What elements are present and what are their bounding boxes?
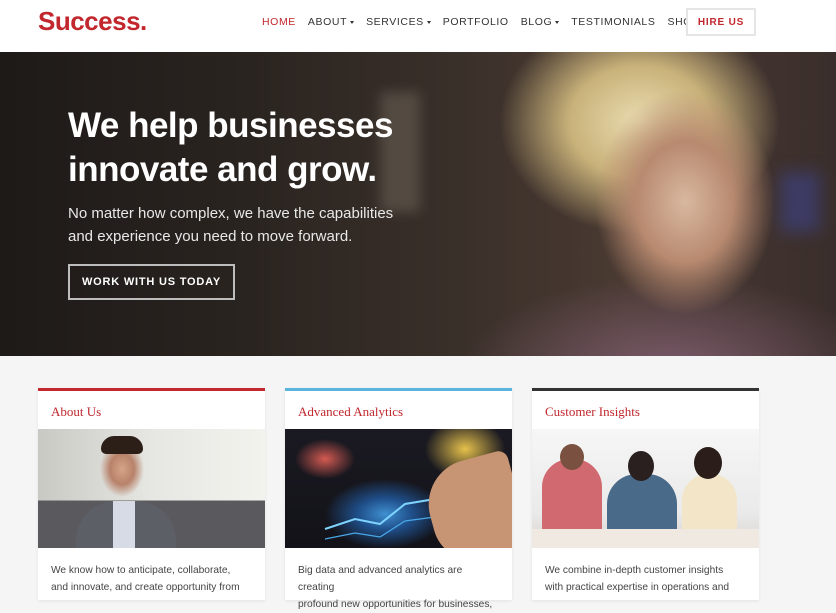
card-text-line: profound new opportunities for businesse… [298,599,493,610]
nav-item-label: SERVICES [366,16,424,28]
image-detail [694,447,722,479]
card-text: Big data and advanced analytics are crea… [285,548,512,613]
card-text-line: Big data and advanced analytics are crea… [298,565,463,593]
hero-banner: We help businesses innovate and grow. No… [0,52,836,356]
card-title[interactable]: About Us [38,391,265,429]
image-detail [532,529,759,548]
card-text-line: with practical expertise in operations a… [545,582,730,593]
card-text-line: We combine in-depth customer insights [545,565,724,576]
nav-item-services[interactable]: SERVICES [366,16,431,28]
card-about-us: About Us We know how to anticipate, coll… [38,388,265,600]
hero-title: We help businesses innovate and grow. [68,104,448,192]
nav-item-about[interactable]: ABOUT [307,16,355,28]
nav-item-label: TESTIMONIALS [571,16,656,28]
card-text: We know how to anticipate, collaborate, … [38,548,265,596]
card-customer-insights: Customer Insights We combine in-depth cu… [532,388,759,600]
card-text-line: We know how to anticipate, collaborate, [51,565,231,576]
caret-down-icon [555,20,560,24]
card-image-tablet-chart[interactable] [285,429,512,548]
hero-background-light [780,172,820,232]
nav-item-label: PORTFOLIO [442,16,509,28]
card-image-businessman[interactable] [38,429,265,548]
nav-item-home[interactable]: HOME [262,16,296,28]
work-with-us-button[interactable]: WORK WITH US TODAY [68,264,235,300]
image-detail [101,436,143,454]
main-nav: HOME ABOUT SERVICES PORTFOLIO BLOG TESTI… [262,16,724,28]
card-text: We combine in-depth customer insights wi… [532,548,759,596]
hero-title-line: innovate and grow. [68,150,377,189]
card-title[interactable]: Customer Insights [532,391,759,429]
caret-down-icon [350,20,355,24]
card-text-line: and innovate, and create opportunity fro… [51,582,240,593]
nav-item-blog[interactable]: BLOG [521,16,560,28]
nav-item-label: HOME [262,16,296,28]
hire-us-button[interactable]: HIRE US [686,8,756,36]
hero-subtitle-line: and experience you need to move forward. [68,228,353,245]
card-advanced-analytics: Advanced Analytics Big data and advanced… [285,388,512,610]
card-image-meeting[interactable] [532,429,759,548]
hero-subtitle-line: No matter how complex, we have the capab… [68,205,394,222]
feature-cards: About Us We know how to anticipate, coll… [38,388,798,610]
site-logo[interactable]: Success. [38,6,147,37]
card-title[interactable]: Advanced Analytics [285,391,512,429]
nav-item-portfolio[interactable]: PORTFOLIO [443,16,509,28]
image-detail [560,444,584,470]
site-header: Success. HOME ABOUT SERVICES PORTFOLIO B… [0,0,836,52]
nav-item-testimonials[interactable]: TESTIMONIALS [571,16,655,28]
nav-item-label: BLOG [520,16,553,28]
hero-subtitle: No matter how complex, we have the capab… [68,202,428,248]
caret-down-icon [426,20,431,24]
nav-item-label: ABOUT [307,16,348,28]
image-detail [628,451,654,481]
hero-title-line: We help businesses [68,106,393,145]
image-detail [113,501,135,548]
